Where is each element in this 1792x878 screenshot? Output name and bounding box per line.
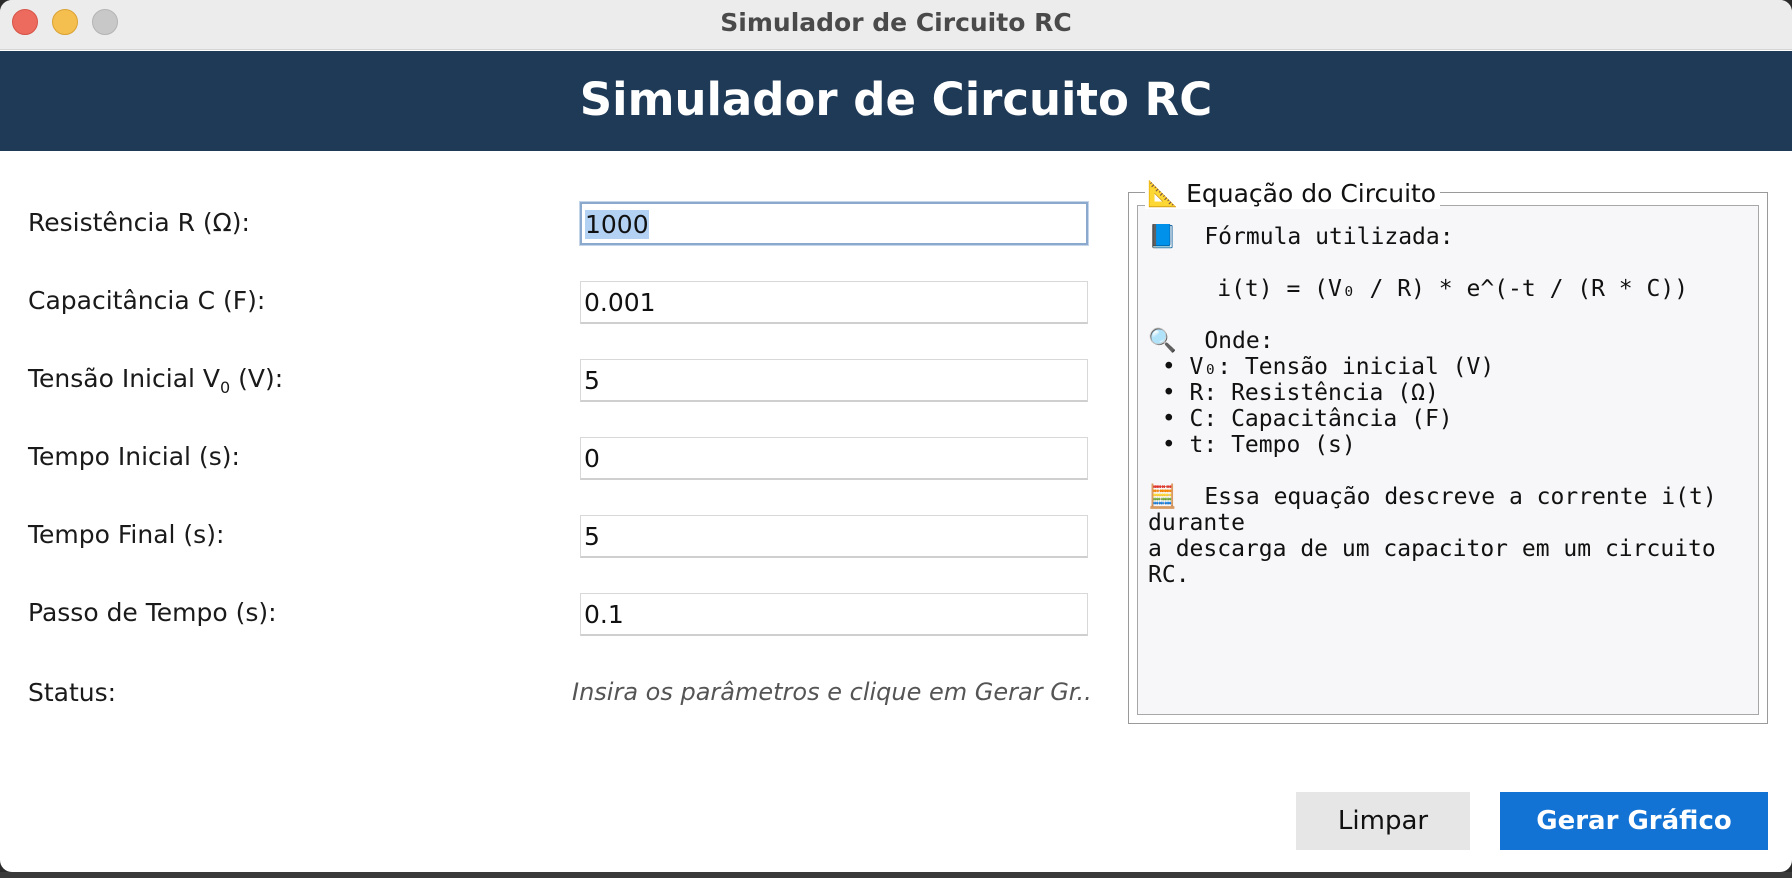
resistance-input[interactable]: 1000 xyxy=(580,202,1088,245)
window-title: Simulador de Circuito RC xyxy=(720,8,1072,37)
generate-chart-button[interactable]: Gerar Gráfico xyxy=(1500,792,1768,850)
initial-time-label: Tempo Inicial (s): xyxy=(28,442,240,471)
equation-line xyxy=(1148,302,1717,328)
initial-voltage-label-unit: (V): xyxy=(230,364,284,393)
equation-line: 📘 Fórmula utilizada: xyxy=(1148,224,1454,250)
equation-line: a descarga de um capacitor em um circuit… xyxy=(1148,536,1716,562)
final-time-input[interactable]: 5 xyxy=(580,515,1088,558)
app-window: Simulador de Circuito RC Simulador de Ci… xyxy=(0,0,1792,872)
equation-line: • R: Resistência (Ω) xyxy=(1148,380,1439,406)
background-window-edge xyxy=(0,872,1792,878)
equation-line: • C: Capacitância (F) xyxy=(1148,406,1453,432)
initial-voltage-label: Tensão Inicial V0 (V): xyxy=(28,364,283,397)
resistance-value: 1000 xyxy=(585,210,649,239)
equation-line: RC. xyxy=(1148,562,1190,588)
app-header: Simulador de Circuito RC xyxy=(0,51,1792,151)
capacitance-label: Capacitância C (F): xyxy=(28,286,266,315)
equation-line: 🧮 Essa equação descreve a corrente i(t) xyxy=(1148,484,1717,510)
equation-panel-legend: 📐 Equação do Circuito xyxy=(1145,179,1441,209)
status-label: Status: xyxy=(28,678,117,707)
clear-button[interactable]: Limpar xyxy=(1296,792,1470,850)
time-step-input[interactable]: 0.1 xyxy=(580,593,1088,636)
equation-line: • V₀: Tensão inicial (V) xyxy=(1148,354,1495,380)
equation-panel-title: Equação do Circuito xyxy=(1186,179,1437,208)
triangle-ruler-icon: 📐 xyxy=(1147,179,1179,208)
capacitance-input[interactable]: 0.001 xyxy=(580,281,1088,324)
initial-time-input[interactable]: 0 xyxy=(580,437,1088,480)
equation-line: i(t) = (V₀ / R) * e^(-t / (R * C)) xyxy=(1148,276,1689,302)
final-time-label: Tempo Final (s): xyxy=(28,520,225,549)
title-bar: Simulador de Circuito RC xyxy=(0,0,1792,50)
equation-line: durante xyxy=(1148,510,1245,536)
app-header-title: Simulador de Circuito RC xyxy=(579,73,1213,126)
equation-line xyxy=(1148,458,1717,484)
equation-line: • t: Tempo (s) xyxy=(1148,432,1356,458)
initial-voltage-label-text: Tensão Inicial V xyxy=(28,364,221,393)
equation-line xyxy=(1148,250,1717,276)
equation-text-area[interactable]: 📘 Fórmula utilizada: i(t) = (V₀ / R) * e… xyxy=(1137,205,1759,715)
time-step-label: Passo de Tempo (s): xyxy=(28,598,277,627)
equation-panel: 📘 Fórmula utilizada: i(t) = (V₀ / R) * e… xyxy=(1128,179,1768,724)
initial-voltage-label-subscript: 0 xyxy=(220,378,231,397)
status-message: Insira os parâmetros e clique em Gerar G… xyxy=(572,678,1092,706)
equation-line: 🔍 Onde: xyxy=(1148,328,1274,354)
resistance-label: Resistência R (Ω): xyxy=(28,208,250,237)
initial-voltage-input[interactable]: 5 xyxy=(580,359,1088,402)
equation-text: 📘 Fórmula utilizada: i(t) = (V₀ / R) * e… xyxy=(1148,224,1717,588)
